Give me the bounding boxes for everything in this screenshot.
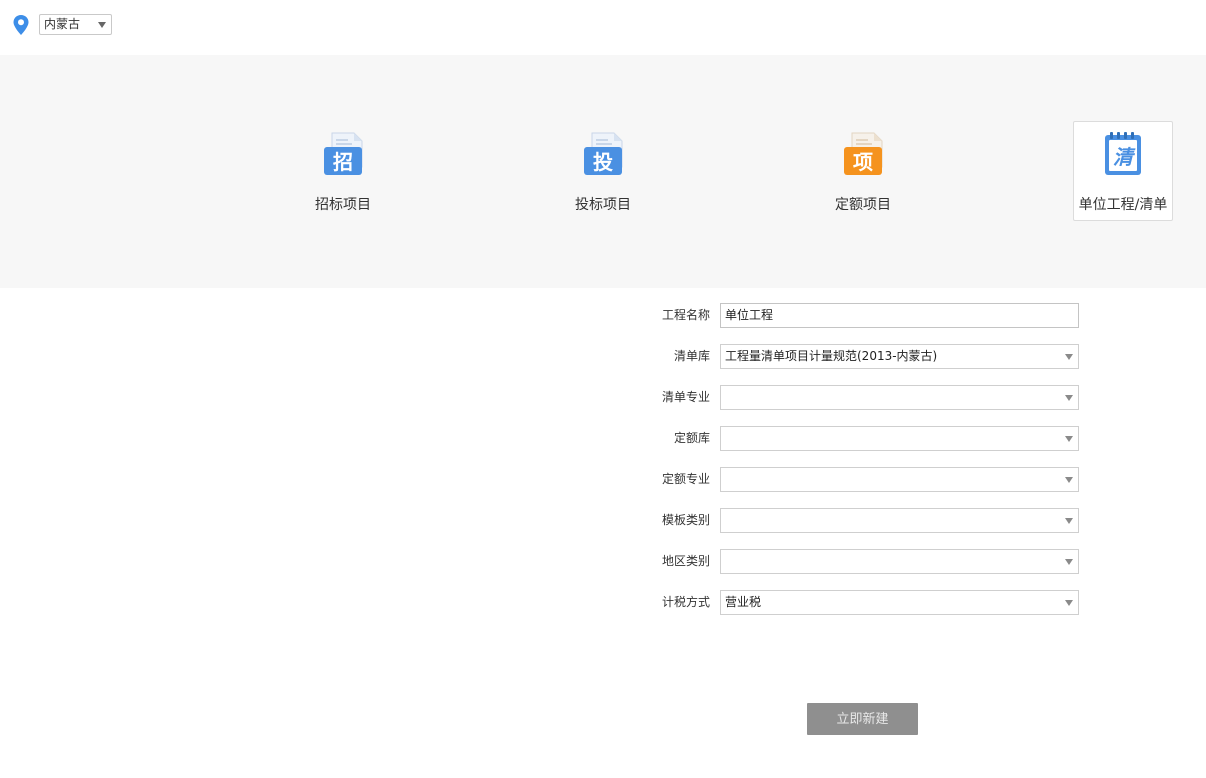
type-card-tender[interactable]: 招 招标项目 [293,121,393,221]
chevron-down-icon [1065,436,1073,442]
chevron-down-icon [1065,600,1073,606]
svg-text:投: 投 [593,150,613,174]
chevron-down-icon [1065,354,1073,360]
type-card-label: 招标项目 [315,197,371,213]
bill-library-value: 工程量清单项目计量规范(2013-内蒙古) [725,349,938,363]
form-row-bill-library: 清单库 工程量清单项目计量规范(2013-内蒙古) [620,344,1080,369]
notebook-qing-icon: 清 [1105,132,1141,175]
location-pin-icon [13,15,29,35]
chevron-down-icon [98,22,106,28]
quota-specialty-select[interactable] [720,467,1079,492]
type-card-label: 单位工程/清单 [1078,197,1168,213]
template-category-select[interactable] [720,508,1079,533]
quota-specialty-label: 定额专业 [661,472,710,486]
bill-specialty-select[interactable] [720,385,1079,410]
form-row-quota-specialty: 定额专业 [620,467,1080,492]
type-card-label: 定额项目 [835,197,891,213]
chevron-down-icon [1065,559,1073,565]
region-category-select[interactable] [720,549,1079,574]
type-card-quota[interactable]: 项 定额项目 [813,121,913,221]
chevron-down-icon [1065,477,1073,483]
tax-method-select[interactable]: 营业税 [720,590,1079,615]
form-row-quota-library: 定额库 [620,426,1080,451]
svg-text:清: 清 [1113,145,1136,169]
form-row-template-category: 模板类别 [620,508,1080,533]
document-xiang-icon: 项 [844,132,883,175]
svg-text:招: 招 [333,150,353,174]
quota-library-select[interactable] [720,426,1079,451]
bill-library-select[interactable]: 工程量清单项目计量规范(2013-内蒙古) [720,344,1079,369]
tax-method-value: 营业税 [725,595,762,609]
type-card-unit-bill[interactable]: 清 单位工程/清单 [1073,121,1173,221]
form-row-region-category: 地区类别 [620,549,1080,574]
project-type-panel: 招 招标项目 投 投标项目 项 定额项目 清 单位工程/清单 [0,55,1206,288]
type-card-bid[interactable]: 投 投标项目 [553,121,653,221]
create-now-button[interactable]: 立即新建 [807,703,918,735]
project-name-label: 工程名称 [661,308,710,322]
region-select-value: 内蒙古 [44,17,81,31]
bill-specialty-label: 清单专业 [661,390,710,404]
form-row-tax-method: 计税方式 营业税 [620,590,1080,615]
project-name-input[interactable]: 单位工程 [720,303,1079,328]
region-category-label: 地区类别 [661,554,710,568]
template-category-label: 模板类别 [661,513,710,527]
document-tou-icon: 投 [584,132,623,175]
bill-library-label: 清单库 [673,349,710,363]
type-card-label: 投标项目 [575,197,631,213]
chevron-down-icon [1065,518,1073,524]
form-row-bill-specialty: 清单专业 [620,385,1080,410]
svg-text:项: 项 [853,150,873,174]
form-row-project-name: 工程名称 单位工程 [620,303,1080,328]
quota-library-label: 定额库 [673,431,710,445]
document-zhao-icon: 招 [324,132,363,175]
region-select[interactable]: 内蒙古 [39,14,112,35]
tax-method-label: 计税方式 [661,595,710,609]
chevron-down-icon [1065,395,1073,401]
